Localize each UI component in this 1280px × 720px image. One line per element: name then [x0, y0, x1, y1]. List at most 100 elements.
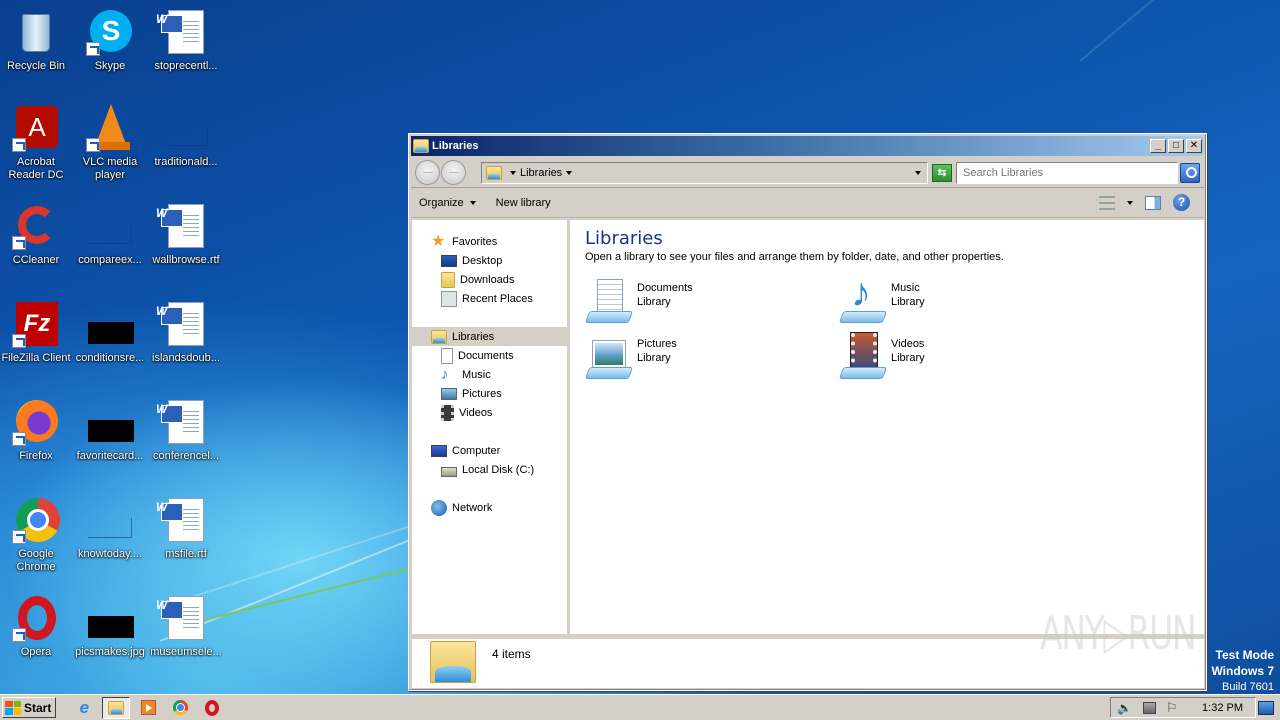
word-document-icon: W — [156, 594, 210, 642]
desktop-icon-file[interactable]: favoritecard... — [72, 392, 148, 482]
wallpaper-streak — [1079, 0, 1173, 62]
explorer-window: Libraries _ □ ✕ Libraries ⇆ Organize New… — [408, 133, 1207, 691]
library-item-music[interactable]: ♪ Music Library — [838, 271, 1089, 333]
nav-recent-places[interactable]: Recent Places — [412, 289, 567, 308]
refresh-button[interactable]: ⇆ — [932, 163, 952, 182]
desktop-icon-file[interactable]: traditionald... — [148, 98, 224, 188]
taskbar-internet-explorer[interactable]: e — [70, 697, 98, 719]
window-title: Libraries — [432, 140, 479, 152]
taskbar-opera[interactable] — [198, 697, 226, 719]
desktop-icon-acrobat[interactable]: A Acrobat Reader DC — [0, 98, 74, 188]
clock[interactable]: 1:32 PM — [1202, 702, 1243, 714]
blank-file-icon — [86, 202, 134, 250]
taskbar-chrome[interactable] — [166, 697, 194, 719]
nav-desktop[interactable]: Desktop — [412, 251, 567, 270]
windows-explorer-icon — [108, 700, 125, 715]
maximize-button[interactable]: □ — [1168, 139, 1184, 153]
desktop-icon-recycle-bin[interactable]: Recycle Bin — [0, 2, 74, 92]
nav-computer[interactable]: Computer — [412, 441, 567, 460]
taskbar-windows-explorer[interactable] — [102, 696, 131, 719]
nav-pictures[interactable]: Pictures — [412, 384, 567, 403]
nav-favorites[interactable]: ★ Favorites — [412, 232, 567, 251]
blank-file-icon — [162, 104, 210, 152]
nav-music[interactable]: ♪ Music — [412, 365, 567, 384]
title-bar[interactable]: Libraries _ □ ✕ — [411, 136, 1204, 156]
desktop-icon-document[interactable]: W conferencel... — [148, 392, 224, 482]
nav-libraries[interactable]: Libraries — [412, 327, 567, 346]
desktop-icon-file[interactable]: picsmakes.jpg — [72, 588, 148, 678]
libraries-icon — [430, 641, 476, 683]
command-bar: Organize New library ? — [411, 188, 1204, 218]
volume-icon[interactable]: 🔈 — [1117, 701, 1133, 715]
nav-local-disk[interactable]: Local Disk (C:) — [412, 460, 567, 479]
recycle-bin-icon — [12, 8, 60, 56]
music-library-icon: ♪ — [838, 271, 888, 325]
desktop-icon-chrome[interactable]: Google Chrome — [0, 490, 74, 580]
downloads-icon — [441, 271, 455, 288]
breadcrumb-libraries[interactable]: Libraries — [520, 167, 562, 179]
chevron-down-icon[interactable] — [566, 170, 573, 175]
show-desktop-button[interactable] — [1258, 700, 1274, 715]
network-status-icon[interactable] — [1143, 701, 1157, 714]
desktop-icon-document[interactable]: W msfile.rtf — [148, 490, 224, 580]
organize-button[interactable]: Organize — [419, 197, 476, 209]
videos-library-icon — [838, 332, 888, 381]
videos-icon — [441, 404, 454, 421]
desktop-icon-opera[interactable]: Opera — [0, 588, 74, 678]
firefox-icon — [12, 398, 60, 446]
chrome-icon — [172, 700, 188, 715]
address-history-dropdown[interactable] — [915, 170, 921, 175]
new-library-button[interactable]: New library — [496, 197, 551, 209]
documents-library-icon — [584, 277, 634, 325]
address-row: Libraries ⇆ — [411, 158, 1204, 188]
minimize-button[interactable]: _ — [1150, 139, 1166, 153]
nav-network[interactable]: Network — [412, 498, 567, 517]
desktop-icon-document[interactable]: W stoprecentl... — [148, 2, 224, 92]
libraries-icon — [413, 139, 429, 153]
desktop-icon-skype[interactable]: S Skype — [72, 2, 148, 92]
acrobat-reader-icon: A — [12, 104, 60, 152]
close-button[interactable]: ✕ — [1186, 139, 1202, 153]
documents-icon — [441, 347, 453, 364]
forward-button[interactable] — [441, 160, 466, 185]
library-item-videos[interactable]: Videos Library — [838, 332, 1089, 389]
chevron-down-icon — [469, 200, 476, 205]
action-center-flag-icon[interactable]: ⚐ — [1166, 700, 1182, 715]
pictures-icon — [441, 387, 457, 400]
desktop-icon-file[interactable]: compareex... — [72, 196, 148, 286]
desktop-icon-vlc[interactable]: VLC media player — [72, 98, 148, 188]
desktop-icon-document[interactable]: W museumsele... — [148, 588, 224, 678]
nav-documents[interactable]: Documents — [412, 346, 567, 365]
test-mode-notice: Test Mode Windows 7 Build 7601 — [1211, 648, 1274, 693]
desktop-icon-document[interactable]: W islandsdoub... — [148, 294, 224, 384]
taskbar-media-player[interactable] — [134, 697, 162, 719]
desktop-icon-ccleaner[interactable]: CCleaner — [0, 196, 74, 286]
word-document-icon: W — [156, 202, 210, 250]
desktop-icon-document[interactable]: W wallbrowse.rtf — [148, 196, 224, 286]
change-view-icon[interactable] — [1099, 195, 1115, 210]
view-options-dropdown[interactable] — [1127, 200, 1133, 205]
opera-icon — [205, 699, 220, 716]
page-description: Open a library to see your files and arr… — [585, 251, 1004, 263]
filezilla-icon: Fz — [12, 300, 60, 348]
help-icon[interactable]: ? — [1173, 194, 1190, 211]
skype-icon: S — [86, 8, 134, 56]
search-input[interactable] — [956, 161, 1178, 184]
desktop-icon — [441, 254, 457, 267]
desktop-icon-file[interactable]: conditionsre... — [72, 294, 148, 384]
desktop-icon-firefox[interactable]: Firefox — [0, 392, 74, 482]
search-icon[interactable] — [1180, 162, 1200, 183]
nav-videos[interactable]: Videos — [412, 403, 567, 422]
address-bar[interactable]: Libraries — [481, 161, 928, 184]
desktop-icon-filezilla[interactable]: Fz FileZilla Client — [0, 294, 74, 384]
start-button[interactable]: Start — [2, 697, 57, 718]
library-item-pictures[interactable]: Pictures Library — [584, 333, 839, 389]
media-player-icon — [140, 700, 156, 715]
nav-downloads[interactable]: Downloads — [412, 270, 567, 289]
desktop-icon-file[interactable]: knowtoday.... — [72, 490, 148, 580]
chevron-down-icon[interactable] — [510, 170, 516, 175]
back-button[interactable] — [415, 160, 440, 185]
preview-pane-icon[interactable] — [1145, 195, 1161, 210]
library-item-documents[interactable]: Documents Library — [584, 277, 839, 333]
internet-explorer-icon: e — [79, 697, 90, 717]
